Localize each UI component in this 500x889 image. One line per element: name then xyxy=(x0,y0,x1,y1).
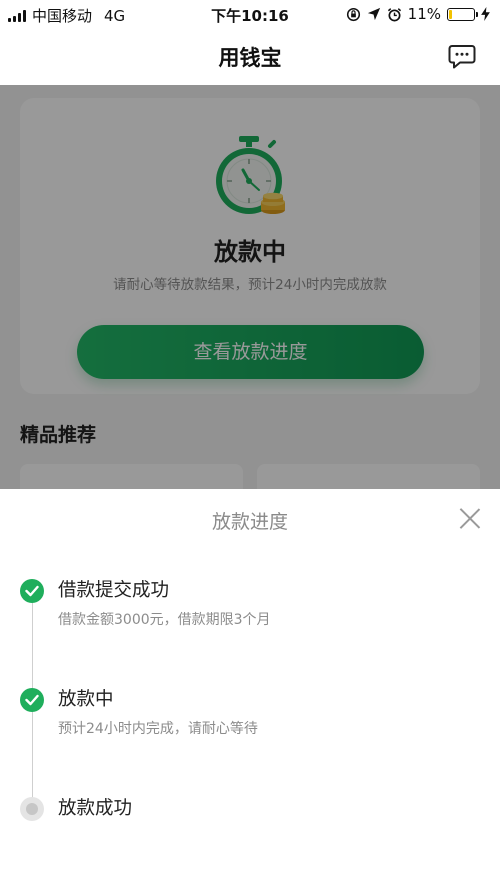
check-icon xyxy=(20,688,44,712)
check-icon xyxy=(20,579,44,603)
step-title: 放款成功 xyxy=(58,798,133,819)
location-arrow-icon xyxy=(367,7,380,21)
alarm-icon xyxy=(387,7,401,21)
message-button[interactable] xyxy=(448,44,476,70)
rotation-lock-icon xyxy=(346,7,360,21)
battery-icon xyxy=(447,7,478,21)
step-desc: 预计24小时内完成，请耐心等待 xyxy=(58,721,258,737)
modal-overlay[interactable] xyxy=(0,85,500,489)
progress-sheet: 放款进度 借款提交成功 借款金额3000元，借款期限3个月 放款中 预计24小时… xyxy=(0,489,500,889)
pending-dot-icon xyxy=(20,797,44,821)
chat-bubble-icon xyxy=(448,45,476,69)
close-icon[interactable] xyxy=(459,508,480,529)
step-title: 放款中 xyxy=(58,689,114,710)
step-desc: 借款金额3000元，借款期限3个月 xyxy=(58,612,271,628)
nav-bar: 用钱宝 xyxy=(0,28,500,85)
battery-fill xyxy=(449,9,452,19)
sheet-title: 放款进度 xyxy=(211,511,288,533)
status-right: 11% xyxy=(346,5,490,23)
status-bar: 中国移动 4G 下午10:16 11% xyxy=(0,0,500,28)
battery-percent: 11% xyxy=(407,5,441,23)
page-title: 用钱宝 xyxy=(218,46,282,70)
charging-bolt-icon xyxy=(481,7,490,21)
step-title: 借款提交成功 xyxy=(58,580,170,601)
